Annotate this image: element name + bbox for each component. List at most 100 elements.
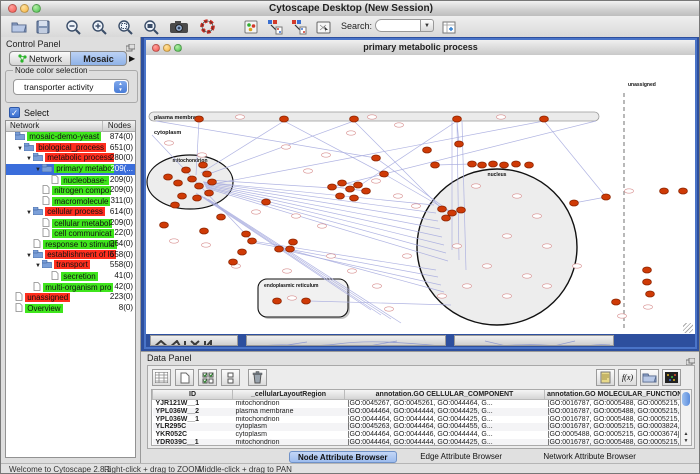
help-icon[interactable] — [197, 18, 217, 35]
scrollbar-thumb[interactable] — [682, 392, 690, 406]
matrix-icon[interactable] — [662, 369, 681, 386]
save-icon[interactable] — [33, 18, 53, 35]
graph-node[interactable] — [442, 215, 451, 221]
tree-row[interactable]: mosaic-demo-yeast874(0) — [6, 132, 135, 143]
graph-node[interactable] — [336, 193, 345, 199]
graph-node[interactable] — [275, 246, 284, 252]
graph-node[interactable] — [205, 190, 214, 196]
tree-row[interactable]: secretion41(0) — [6, 271, 135, 282]
tree-row[interactable]: ▼ cellular process614(0) — [6, 207, 135, 218]
tab-overflow-icon[interactable]: ▶ — [129, 54, 135, 63]
zoom-selected-icon[interactable] — [115, 18, 135, 35]
apply-layout-alt-icon[interactable] — [289, 18, 309, 35]
graph-node[interactable] — [602, 194, 611, 200]
table-row[interactable]: YPL036W__1mitochondrion[GO:0044464, GO:0… — [153, 416, 682, 424]
graph-node[interactable] — [164, 174, 173, 180]
graph-node[interactable] — [679, 188, 688, 194]
background-window-thumbnail[interactable] — [454, 335, 614, 346]
graph-node[interactable] — [248, 238, 257, 244]
graph-node[interactable] — [350, 116, 359, 122]
graph-node[interactable] — [489, 161, 498, 167]
tab-edge-attribute-browser[interactable]: Edge Attribute Browser — [412, 451, 510, 463]
graph-node[interactable] — [242, 231, 251, 237]
select-all-attributes-icon[interactable] — [198, 369, 217, 386]
node-color-combobox[interactable]: transporter activity ▲▼ — [13, 79, 129, 95]
tree-row[interactable]: ▼ establishment of lo558(0) — [6, 250, 135, 261]
delete-attribute-icon[interactable] — [248, 369, 267, 386]
network-tree-header[interactable]: Network Nodes — [6, 121, 135, 132]
table-row[interactable]: YJR121W__1mitochondrion[GO:0045267, GO:0… — [153, 400, 682, 408]
table-column-header[interactable]: ID — [153, 390, 233, 400]
graph-node[interactable] — [643, 279, 652, 285]
tree-row[interactable]: ▼ biological_process651(0) — [6, 143, 135, 154]
network-frame-title-bar[interactable]: primary metabolic process — [146, 40, 695, 56]
graph-node[interactable] — [354, 182, 363, 188]
graph-node[interactable] — [478, 162, 487, 168]
graph-node[interactable] — [350, 195, 359, 201]
select-attributes-icon[interactable] — [152, 369, 171, 386]
graph-node[interactable] — [280, 116, 289, 122]
table-column-header[interactable]: annotation.GO CELLULAR_COMPONENT — [345, 390, 545, 400]
network-view-frame[interactable]: primary metabolic process plasma membran… — [144, 38, 697, 349]
graph-node[interactable] — [289, 239, 298, 245]
graph-node[interactable] — [338, 180, 347, 186]
graph-node[interactable] — [302, 298, 311, 304]
tree-row[interactable]: Overview8(0) — [6, 303, 135, 314]
graph-node[interactable] — [512, 161, 521, 167]
tree-row[interactable]: unassigned223(0) — [6, 292, 135, 303]
table-row[interactable]: YPL036W__2plasma membrane[GO:0044464, GO… — [153, 408, 682, 416]
graph-node[interactable] — [643, 267, 652, 273]
tree-row[interactable]: cellular metabol209(0) — [6, 218, 135, 229]
select-nodes-checkbox[interactable]: ✓ — [9, 107, 20, 118]
graphics-details-icon[interactable] — [241, 18, 261, 35]
tree-row[interactable]: nucleobase-209(0) — [6, 175, 135, 186]
graph-node[interactable] — [217, 214, 226, 220]
attribute-batch-icon[interactable] — [596, 369, 615, 386]
tab-network[interactable]: Network — [9, 51, 71, 66]
graph-node[interactable] — [200, 228, 209, 234]
search-input[interactable] — [375, 19, 421, 32]
create-attribute-icon[interactable] — [175, 369, 194, 386]
graph-node[interactable] — [660, 188, 669, 194]
graph-node[interactable] — [174, 180, 183, 186]
table-row[interactable]: YKR052Ccytoplasm[GO:0044464, GO:0044446,… — [153, 431, 682, 439]
graph-node[interactable] — [423, 147, 432, 153]
graph-node[interactable] — [453, 116, 462, 122]
graph-node[interactable] — [188, 176, 197, 182]
graph-node[interactable] — [286, 246, 295, 252]
graph-node[interactable] — [160, 222, 169, 228]
new-attribute-icon[interactable] — [439, 18, 459, 35]
graph-node[interactable] — [570, 200, 579, 206]
zoom-in-icon[interactable] — [89, 18, 109, 35]
graph-node[interactable] — [208, 179, 217, 185]
zoom-out-icon[interactable] — [63, 18, 83, 35]
graph-node[interactable] — [540, 116, 549, 122]
function-builder-icon[interactable]: f(x) — [618, 369, 637, 386]
table-column-header[interactable]: _cellularLayoutRegion — [233, 390, 345, 400]
graph-node[interactable] — [346, 186, 355, 192]
graph-node[interactable] — [203, 171, 212, 177]
background-window-thumbnail[interactable] — [150, 335, 238, 346]
graph-node[interactable] — [238, 249, 247, 255]
tree-row[interactable]: ▼ metabolic process280(0) — [6, 153, 135, 164]
graph-node[interactable] — [457, 207, 466, 213]
graph-node[interactable] — [525, 162, 534, 168]
open-icon[interactable] — [9, 18, 29, 35]
unselect-all-attributes-icon[interactable] — [221, 369, 240, 386]
apply-layout-icon[interactable] — [265, 18, 285, 35]
graph-node[interactable] — [195, 116, 204, 122]
graph-node[interactable] — [199, 162, 208, 168]
table-row[interactable]: YDR039C__1mitochondrion[GO:0044464, GO:0… — [153, 439, 682, 446]
graph-node[interactable] — [195, 183, 204, 189]
graph-node[interactable] — [612, 299, 621, 305]
tab-node-attribute-browser[interactable]: Node Attribute Browser — [289, 451, 397, 463]
tree-row[interactable]: cell communicat22(0) — [6, 228, 135, 239]
tree-row[interactable]: nitrogen compo209(0) — [6, 185, 135, 196]
tree-row[interactable]: ▼ transport558(0) — [6, 260, 135, 271]
table-column-header[interactable]: annotation.GO MOLECULAR_FUNCTION — [545, 390, 682, 400]
frame-resize-grip[interactable] — [683, 323, 693, 333]
graph-node[interactable] — [193, 195, 202, 201]
table-scrollbar[interactable]: ▲ ▼ — [680, 389, 692, 446]
snapshot-icon[interactable] — [169, 18, 189, 35]
tab-network-attribute-browser[interactable]: Network Attribute Browser — [535, 451, 643, 463]
